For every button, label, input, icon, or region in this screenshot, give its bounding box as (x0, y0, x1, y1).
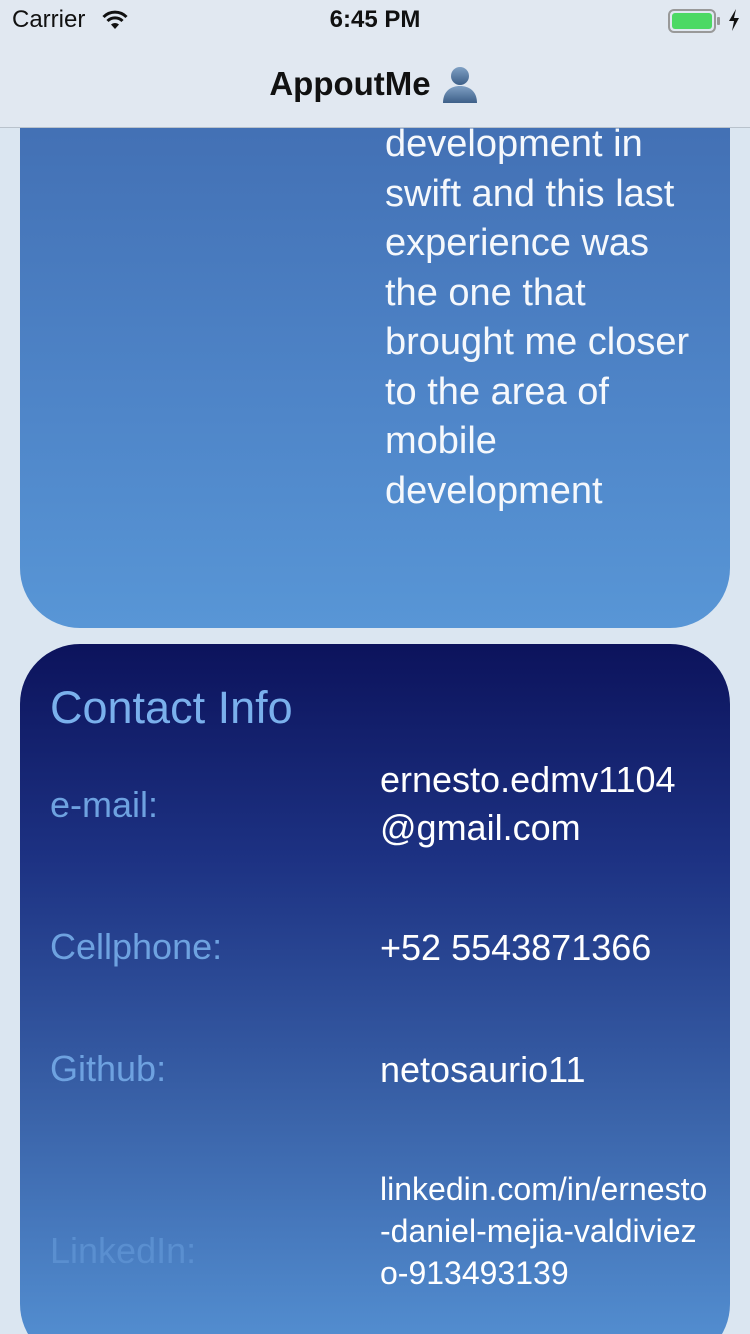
battery-icon (668, 9, 722, 38)
about-line: brought me closer (385, 321, 690, 363)
nav-title: AppoutMe (269, 65, 431, 102)
status-time: 6:45 PM (329, 6, 421, 33)
email-value[interactable]: ernesto.edmv1104@gmail.com (380, 756, 710, 852)
github-value[interactable]: netosaurio11 (380, 1046, 710, 1094)
about-line: development (385, 469, 603, 512)
about-text: development in swift and this last exper… (385, 120, 725, 516)
navigation-bar: Carrier 6:45 PM AppoutMe (0, 0, 750, 128)
cellphone-label: Cellphone: (50, 926, 223, 967)
contact-title: Contact Info (50, 682, 293, 733)
linkedin-value[interactable]: linkedin.com/in/ernesto-daniel-mejia-val… (380, 1168, 710, 1294)
status-bar: Carrier 6:45 PM (0, 0, 750, 40)
nav-title-group: AppoutMe (0, 64, 750, 104)
cellphone-value[interactable]: +52 5543871366 (380, 924, 710, 972)
about-line: mobile (385, 420, 497, 462)
email-label: e-mail: (50, 784, 159, 825)
contact-card: Contact Info e-mail: ernesto.edmv1104@gm… (20, 644, 730, 1334)
about-line: the one that (385, 271, 586, 314)
github-label: Github: (50, 1048, 167, 1089)
about-line: to the area of (385, 370, 609, 413)
about-line: experience was (385, 222, 650, 264)
person-icon (439, 63, 481, 105)
charging-icon (727, 8, 741, 37)
about-line: swift and this last (385, 172, 675, 215)
linkedin-label: LinkedIn: (50, 1230, 197, 1271)
